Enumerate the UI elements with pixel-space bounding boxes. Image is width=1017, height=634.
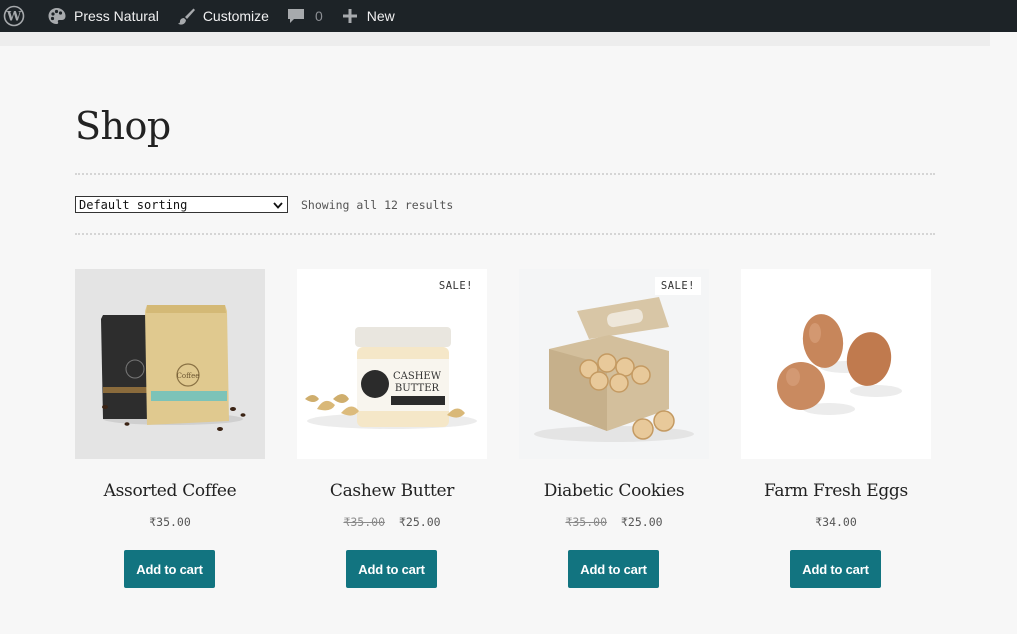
svg-text:Coffee: Coffee: [177, 372, 200, 380]
product-card: CASHEW BUTTER SALE! Cashew Butter ₹35.00…: [297, 269, 487, 588]
current-price: ₹25.00: [399, 515, 441, 529]
add-to-cart-button[interactable]: Add to cart: [346, 550, 437, 588]
chevron-down-icon: [273, 199, 283, 209]
admin-bar: W Press Natural Customize 0 New: [0, 0, 1017, 32]
plus-icon: [339, 5, 361, 27]
brush-icon: [175, 5, 197, 27]
product-price: ₹35.00 ₹25.00: [499, 515, 729, 529]
sorting-value: Default sorting: [79, 197, 188, 212]
svg-text:W: W: [6, 10, 22, 25]
divider: [75, 173, 935, 175]
divider: [75, 233, 935, 235]
add-to-cart-button[interactable]: Add to cart: [124, 550, 215, 588]
add-to-cart-button[interactable]: Add to cart: [568, 550, 659, 588]
product-card: Farm Fresh Eggs ₹34.00 Add to cart: [741, 269, 931, 588]
site-name-label: Press Natural: [74, 8, 159, 24]
product-name[interactable]: Diabetic Cookies: [499, 481, 729, 501]
customize-label: Customize: [202, 8, 269, 24]
comments-menu[interactable]: 0: [277, 0, 331, 32]
page-title: Shop: [75, 104, 171, 148]
product-name[interactable]: Cashew Butter: [277, 481, 507, 501]
old-price: ₹35.00: [565, 515, 607, 529]
current-price: ₹34.00: [815, 515, 857, 529]
product-image[interactable]: CASHEW BUTTER SALE!: [297, 269, 487, 459]
product-name[interactable]: Assorted Coffee: [55, 481, 285, 501]
svg-text:BUTTER: BUTTER: [395, 383, 440, 394]
product-image[interactable]: [741, 269, 931, 459]
product-price: ₹34.00: [721, 515, 951, 529]
product-card: Coffee Assorted Coffee ₹35.00 Add to car…: [75, 269, 265, 588]
sale-badge: SALE!: [432, 277, 479, 295]
customize-menu[interactable]: Customize: [167, 0, 277, 32]
old-price: ₹35.00: [343, 515, 385, 529]
site-name-menu[interactable]: Press Natural: [38, 0, 167, 32]
sorting-select[interactable]: Default sorting: [75, 196, 288, 213]
current-price: ₹25.00: [621, 515, 663, 529]
product-image[interactable]: Coffee: [75, 269, 265, 459]
new-label: New: [366, 8, 395, 24]
wordpress-menu[interactable]: W: [0, 0, 38, 32]
sale-badge: SALE!: [654, 277, 701, 295]
new-content-menu[interactable]: New: [331, 0, 403, 32]
wordpress-icon: W: [3, 5, 25, 27]
add-to-cart-button[interactable]: Add to cart: [790, 550, 881, 588]
result-count: Showing all 12 results: [301, 198, 454, 212]
product-card: SALE! Diabetic Cookies ₹35.00 ₹25.00 Add …: [519, 269, 709, 588]
palette-icon: [46, 5, 68, 27]
product-image[interactable]: SALE!: [519, 269, 709, 459]
current-price: ₹35.00: [149, 515, 191, 529]
comments-count: 0: [314, 8, 323, 24]
product-price: ₹35.00 ₹25.00: [277, 515, 507, 529]
header-strip: [0, 32, 990, 46]
product-name[interactable]: Farm Fresh Eggs: [721, 481, 951, 501]
product-price: ₹35.00: [55, 515, 285, 529]
svg-text:CASHEW: CASHEW: [393, 371, 442, 382]
comment-icon: [285, 5, 307, 27]
